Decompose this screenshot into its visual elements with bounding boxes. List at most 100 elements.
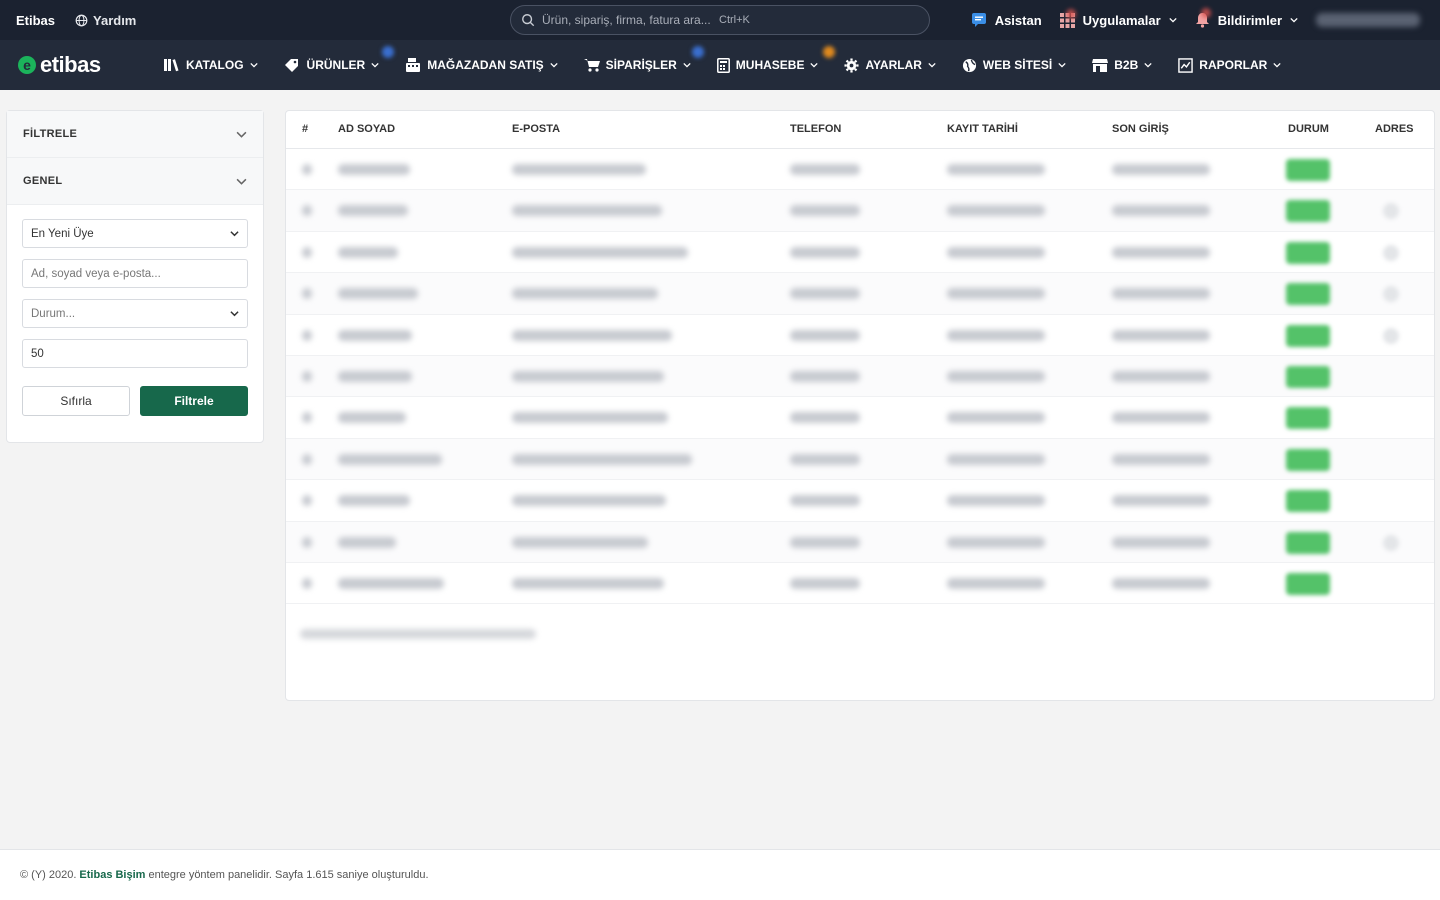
table-body [286,149,1434,605]
blurred-cell [790,536,860,548]
table-row[interactable] [286,438,1434,481]
blurred-cell [338,453,442,465]
sort-select[interactable]: En Yeni Üye [22,219,248,248]
footer-company-link[interactable]: Etibas Bişim [79,869,145,881]
chevron-down-icon [249,62,258,68]
blurred-cell [790,164,860,175]
table-row[interactable] [286,273,1434,315]
address-icon[interactable] [1383,534,1399,551]
nav-item-katalog[interactable]: KATALOG [164,40,258,90]
name-email-search-input[interactable] [31,267,239,280]
help-link[interactable]: Yardım [75,13,136,28]
table-row[interactable] [286,232,1434,274]
blurred-cell [947,288,1045,300]
address-icon[interactable] [1383,203,1399,220]
blurred-cell [512,164,646,175]
column-header-status[interactable]: DURUM [1288,123,1329,135]
chevron-down-icon [1169,17,1177,23]
nav-item-web-sitesi[interactable]: WEB SİTESİ [962,40,1066,90]
blurred-cell [512,453,692,465]
blurred-cell [512,246,688,258]
blurred-cell [790,495,860,507]
blurred-cell [1112,288,1210,300]
nav-item-label: SİPARİŞLER [605,58,677,72]
apps-menu[interactable]: Uygulamalar [1059,8,1177,28]
column-header-phone[interactable]: TELEFON [790,123,841,135]
search-shortcut: Ctrl+K [719,14,750,26]
logo[interactable]: e etibas [18,52,158,78]
filter-button[interactable]: Filtrele [140,386,248,416]
brand-name[interactable]: Etibas [16,13,55,28]
blurred-cell [1112,495,1210,507]
assistant-label: Asistan [994,12,1042,28]
global-search[interactable]: Ctrl+K [510,5,930,35]
global-search-input[interactable] [542,13,712,27]
nav-item-ayarlar[interactable]: AYARLAR [844,40,936,90]
table-header: # AD SOYAD E-POSTA TELEFON KAYIT TARİHİ … [286,111,1434,149]
column-header-last-login[interactable]: SON GİRİŞ [1112,123,1169,135]
table-row[interactable] [286,397,1434,439]
blurred-cell [302,453,312,465]
blurred-cell [790,246,860,258]
limit-input[interactable] [31,347,239,360]
blurred-cell [302,536,312,548]
blurred-cell [338,412,406,424]
column-header-index[interactable]: # [302,123,308,135]
apps-label: Uygulamalar [1082,12,1161,28]
top-bar: Etibas Yardım Ctrl+K Asistan Uygulamalar… [0,0,1440,40]
blurred-cell [338,205,408,217]
blurred-cell [512,495,666,507]
table-row[interactable] [286,149,1434,191]
blurred-cell [512,205,662,217]
nav-item-b2b[interactable]: B2B [1092,40,1152,90]
nav-item-urunler[interactable]: ÜRÜNLER [284,40,394,90]
column-header-name[interactable]: AD SOYAD [338,123,395,135]
chevron-down-icon [810,62,819,68]
blurred-cell [302,246,312,258]
help-label: Yardım [93,12,137,28]
reset-button[interactable]: Sıfırla [22,386,130,416]
blurred-cell [338,495,410,507]
filter-section-header[interactable]: FİLTRELE [7,111,263,158]
blurred-cell [790,577,860,589]
blurred-cell [947,329,1045,341]
nav-item-label: ÜRÜNLER [306,58,366,72]
table-row[interactable] [286,480,1434,522]
nav-item-raporlar[interactable]: RAPORLAR [1178,40,1281,90]
address-icon[interactable] [1383,286,1399,303]
nav-items: KATALOG ÜRÜNLER MAĞAZADAN SATIŞ SİPARİŞL… [164,40,1307,90]
nav-item-label: WEB SİTESİ [982,58,1053,72]
column-header-email[interactable]: E-POSTA [512,123,560,135]
blurred-cell [1112,205,1210,217]
table-row[interactable] [286,190,1434,232]
table-row[interactable] [286,563,1434,605]
table-row[interactable] [286,315,1434,356]
status-badge [1286,159,1330,181]
nav-item-siparisler[interactable]: SİPARİŞLER [583,40,704,90]
table-row[interactable] [286,355,1434,398]
status-select[interactable]: Durum... [22,299,248,328]
chevron-down-icon [550,62,558,68]
user-menu[interactable] [1316,13,1420,27]
limit-field[interactable] [22,339,248,368]
blurred-cell [947,577,1045,589]
assistant-button[interactable]: Asistan [971,12,1042,28]
nav-item-magazadan-satis[interactable]: MAĞAZADAN SATIŞ [405,40,558,90]
nav-item-label: MUHASEBE [735,58,805,72]
notifications-menu[interactable]: Bildirimler [1195,8,1298,28]
address-icon[interactable] [1383,244,1399,261]
table-row[interactable] [286,521,1434,563]
column-header-address[interactable]: ADRES [1375,123,1414,135]
general-section-header[interactable]: GENEL [7,158,263,205]
filter-panel: FİLTRELE GENEL En Yeni Üye Durum... Sıfı… [6,110,264,443]
blurred-cell [1112,536,1210,548]
nav-item-muhasebe[interactable]: MUHASEBE [716,40,835,90]
blurred-cell [947,246,1045,258]
address-icon[interactable] [1383,327,1399,344]
name-email-search-field[interactable] [22,259,248,288]
blurred-cell [1112,246,1210,258]
store-icon [1092,59,1109,72]
column-header-register-date[interactable]: KAYIT TARİHİ [947,123,1018,135]
calculator-icon [716,57,730,73]
blurred-cell [338,577,444,589]
